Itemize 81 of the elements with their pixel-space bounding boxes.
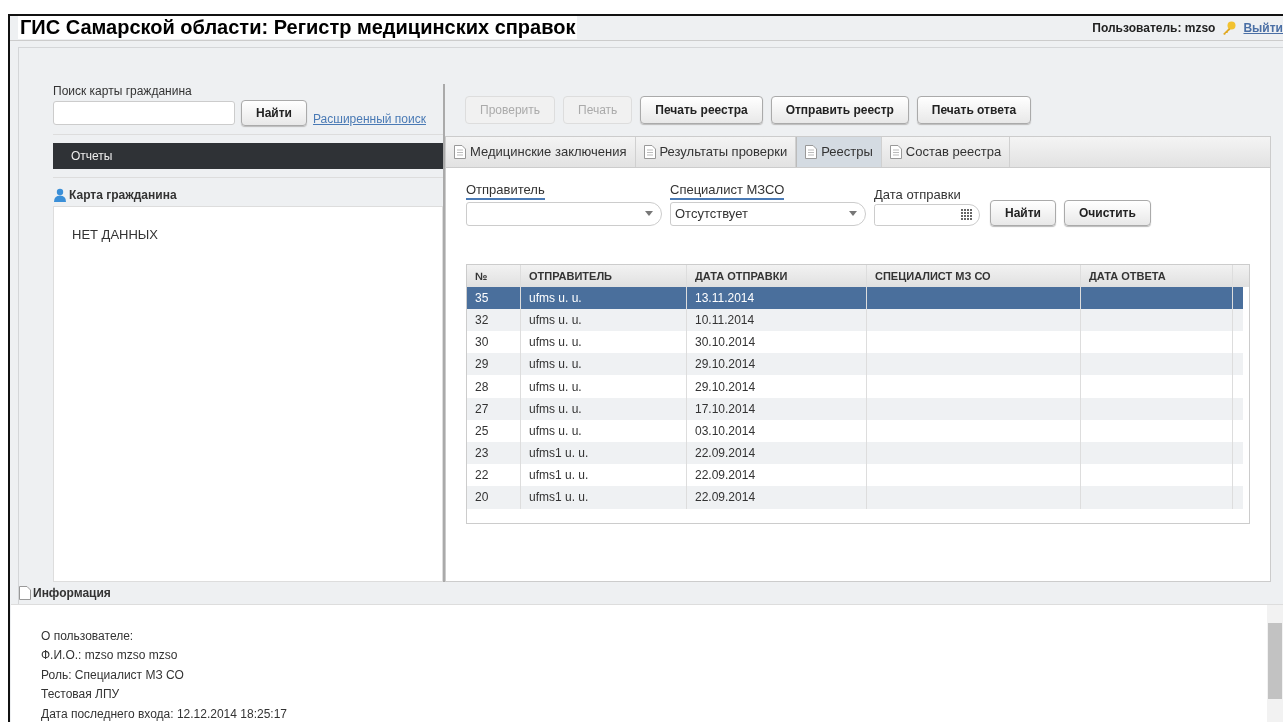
table-cell: 29	[475, 357, 489, 372]
table-row[interactable]: 20 ufms1 u. u. 22.09.2014	[467, 486, 1243, 509]
date-label: Дата отправки	[874, 186, 961, 202]
table-cell: 28	[475, 379, 489, 394]
table-cell: 03.10.2014	[695, 423, 756, 438]
clear-button[interactable]: Очистить	[1064, 199, 1151, 226]
table-cell: 20	[475, 490, 489, 505]
table-row[interactable]: 27 ufms u. u. 17.10.2014	[467, 397, 1243, 420]
table-cell: ufms u. u.	[529, 335, 582, 350]
info-line: Тестовая ЛПУ	[41, 686, 121, 703]
tab[interactable]: Состав реестра	[881, 136, 1011, 167]
specialist-value: Отсутствует	[675, 206, 748, 221]
table-cell: ufms u. u.	[529, 312, 582, 327]
table-cell: 35	[475, 290, 489, 305]
column-header[interactable]: ДАТА ОТВЕТА	[1081, 264, 1233, 287]
table-row[interactable]: 29 ufms u. u. 29.10.2014	[467, 353, 1243, 376]
table-cell: 22.09.2014	[695, 490, 756, 505]
app-title: ГИС Самарской области: Регистр медицинских справок	[18, 16, 578, 40]
calendar-icon	[961, 208, 973, 221]
tab[interactable]: Реестры	[796, 136, 882, 167]
table-cell: ufms u. u.	[529, 401, 582, 416]
sender-label: Отправитель	[466, 181, 545, 200]
user-name: Пользователь: mzso	[1092, 20, 1216, 35]
table-cell: 17.10.2014	[695, 401, 756, 416]
no-data-text: НЕТ ДАННЫХ	[72, 226, 159, 242]
toolbar-button[interactable]: Отправить реестр	[770, 95, 909, 124]
caret-icon	[849, 211, 857, 216]
table-cell: 25	[475, 423, 489, 438]
scrollbar[interactable]	[1267, 604, 1283, 722]
document-icon	[643, 144, 656, 159]
table-cell: ufms u. u.	[529, 379, 582, 394]
tab[interactable]: Медицинские заключения	[446, 136, 636, 167]
advanced-search-link[interactable]: Расширенный поиск	[313, 111, 426, 126]
column-header[interactable]: ОТПРАВИТЕЛЬ	[521, 264, 687, 287]
toolbar-button[interactable]: Печать реестра	[640, 95, 763, 124]
table-cell: ufms1 u. u.	[529, 446, 589, 461]
find-button[interactable]: Найти	[241, 99, 307, 126]
table-cell: ufms1 u. u.	[529, 468, 589, 483]
person-icon	[53, 187, 67, 202]
table-cell: ufms u. u.	[529, 357, 582, 372]
info-line: О пользователе:	[41, 627, 135, 645]
document-icon	[454, 144, 466, 159]
info-line: Роль: Специалист МЗ СО	[41, 666, 185, 684]
toolbar-button[interactable]: Печать ответа	[916, 95, 1032, 124]
key-icon	[1221, 19, 1238, 36]
table-cell: 22.09.2014	[695, 468, 756, 483]
table-row[interactable]: 35 ufms u. u. 13.11.2014	[467, 286, 1243, 309]
table-cell: 22.09.2014	[695, 446, 756, 461]
find-button[interactable]: Найти	[990, 199, 1056, 226]
column-header[interactable]: СПЕЦИАЛИСТ МЗ СО	[867, 264, 1081, 287]
card-title: Карта гражданина	[69, 187, 177, 202]
info-line: Ф.И.О.: mzso mzso mzso	[41, 647, 179, 664]
table-row[interactable]: 23 ufms1 u. u. 22.09.2014	[467, 442, 1243, 465]
search-field[interactable]	[53, 100, 235, 125]
table-cell: ufms1 u. u.	[529, 490, 589, 505]
table-cell: 29.10.2014	[695, 357, 756, 372]
logout-link[interactable]: Выйти	[1243, 20, 1283, 35]
info-title: Информация	[33, 585, 111, 600]
table-row[interactable]: 32 ufms u. u. 10.11.2014	[467, 308, 1243, 332]
table-cell: 30.10.2014	[695, 335, 756, 350]
specialist-label: Специалист МЗСО	[670, 181, 785, 200]
document-icon	[19, 585, 31, 600]
info-line: Дата последнего входа: 12.12.2014 18:25:17	[41, 705, 288, 722]
document-icon	[805, 144, 818, 159]
table-cell: 13.11.2014	[695, 290, 755, 305]
column-header[interactable]: №	[467, 264, 521, 287]
table-row[interactable]: 28 ufms u. u. 29.10.2014	[467, 375, 1243, 398]
caret-icon	[645, 211, 653, 216]
table-cell: 32	[475, 312, 489, 327]
table-cell: ufms u. u.	[529, 423, 582, 438]
search-label: Поиск карты гражданина	[53, 83, 193, 98]
table-cell: ufms u. u.	[529, 290, 582, 305]
column-header[interactable]: ДАТА ОТПРАВКИ	[687, 264, 867, 287]
table-cell: 23	[475, 446, 489, 461]
document-icon	[889, 144, 902, 159]
reports-bar[interactable]: Отчеты	[53, 142, 443, 169]
table-cell: 27	[475, 401, 489, 416]
table-cell: 10.11.2014	[695, 312, 755, 327]
table-cell: 22	[475, 468, 489, 483]
table-cell: 29.10.2014	[695, 379, 756, 394]
table-cell: 30	[475, 335, 489, 350]
